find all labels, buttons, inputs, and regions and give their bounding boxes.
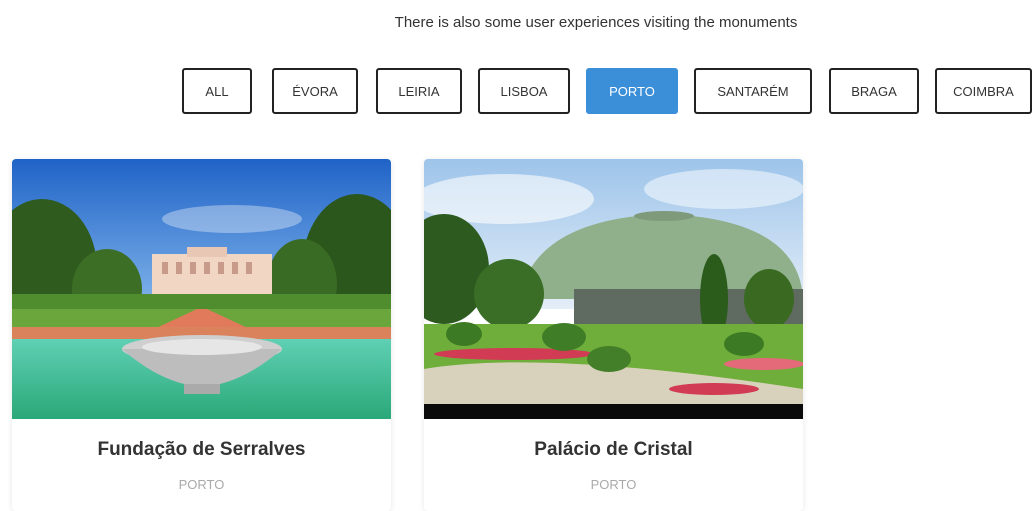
intro-text: There is also some user experiences visi… bbox=[394, 14, 798, 31]
monument-card-serralves[interactable]: Fundação de Serralves PORTO bbox=[12, 159, 391, 511]
filter-all[interactable]: ALL bbox=[182, 68, 252, 114]
card-city: PORTO bbox=[178, 477, 225, 492]
filter-santarem[interactable]: SANTARÉM bbox=[694, 68, 812, 114]
filter-leiria[interactable]: LEIRIA bbox=[376, 68, 462, 114]
card-title: Palácio de Cristal bbox=[534, 439, 693, 460]
filter-porto[interactable]: PORTO bbox=[586, 68, 678, 114]
filter-lisboa[interactable]: LISBOA bbox=[478, 68, 570, 114]
filter-braga[interactable]: BRAGA bbox=[829, 68, 919, 114]
filter-evora[interactable]: ÉVORA bbox=[272, 68, 358, 114]
filter-bar: ALL ÉVORA LEIRIA LISBOA PORTO SANTARÉM B… bbox=[0, 68, 1032, 116]
card-city: PORTO bbox=[590, 477, 637, 492]
monument-card-cristal[interactable]: Palácio de Cristal PORTO bbox=[424, 159, 803, 511]
card-title: Fundação de Serralves bbox=[97, 439, 306, 460]
cristal-photo bbox=[424, 159, 803, 419]
filter-coimbra[interactable]: COIMBRA bbox=[935, 68, 1032, 114]
serralves-photo bbox=[12, 159, 391, 419]
